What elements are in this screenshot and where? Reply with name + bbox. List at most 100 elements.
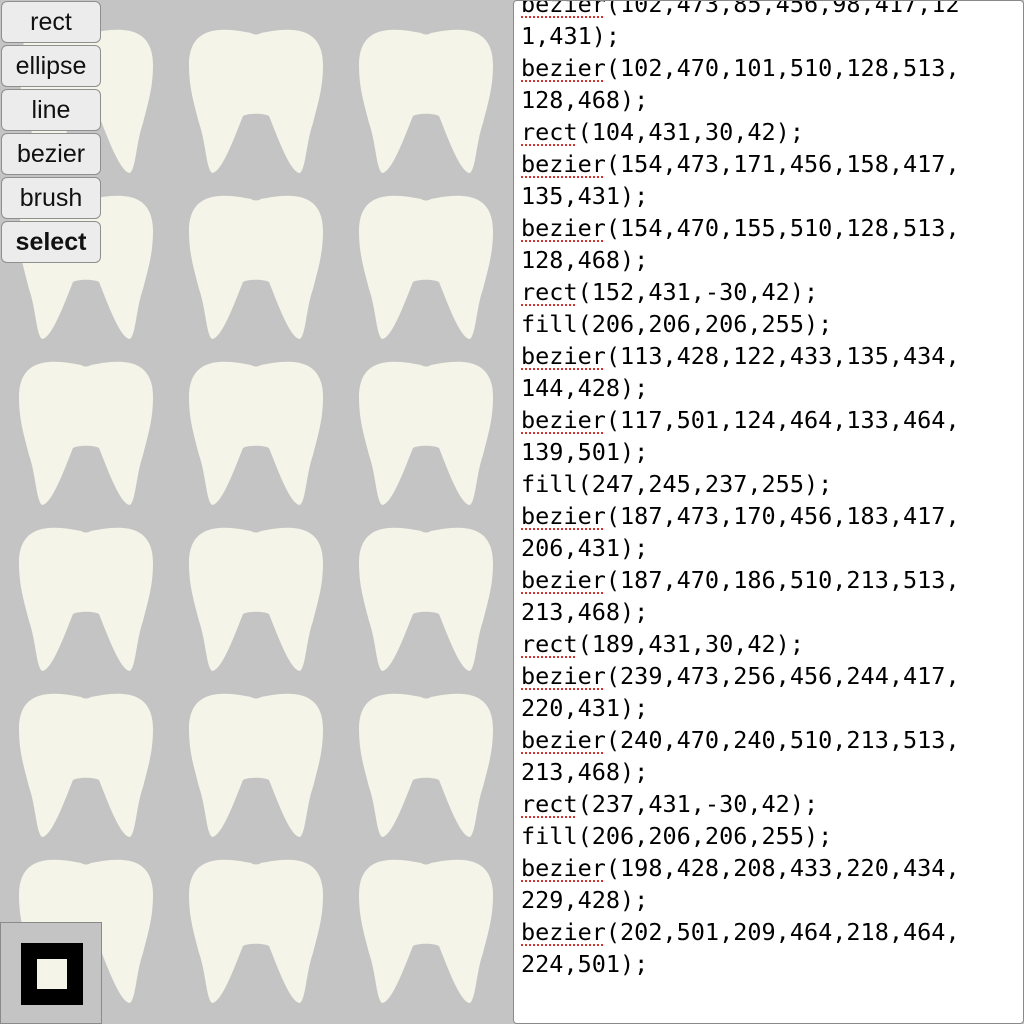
stroke-color-swatch[interactable]	[21, 943, 83, 1005]
code-args: (102,473,85,456,98,417,12	[605, 0, 960, 18]
code-args: (189,431,30,42);	[577, 630, 804, 658]
code-line: 128,468);	[521, 84, 960, 116]
paint-app: rect ellipse line bezier brush select bezier(…	[0, 0, 1024, 1024]
code-args: 135,431);	[521, 182, 649, 210]
code-function-name: bezier	[521, 150, 606, 178]
code-args: 128,468);	[521, 86, 649, 114]
tool-button-ellipse[interactable]: ellipse	[1, 45, 101, 87]
code-line: bezier(239,473,256,456,244,417,	[521, 660, 960, 692]
code-function-name: bezier	[521, 918, 606, 946]
code-function-name: rect	[521, 630, 578, 658]
code-function-name: rect	[521, 118, 578, 146]
code-line: bezier(202,501,209,464,218,464,	[521, 916, 960, 948]
code-editor[interactable]: bezier(102,473,85,456,98,417,12 1,431); be…	[513, 0, 1024, 1024]
code-line: 220,431);	[521, 692, 960, 724]
code-args: (154,473,171,456,158,417,	[605, 150, 960, 178]
tooth-shape[interactable]	[19, 361, 153, 505]
code-args: (240,470,240,510,213,513,	[605, 726, 960, 754]
code-args: (152,431,-30,42);	[577, 278, 819, 306]
code-args: 1,431);	[521, 22, 621, 50]
code-line: rect(104,431,30,42);	[521, 116, 960, 148]
code-args: 220,431);	[521, 694, 649, 722]
code-line: bezier(154,473,171,456,158,417,	[521, 148, 960, 180]
code-line: 206,431);	[521, 532, 960, 564]
tooth-shape[interactable]	[19, 693, 153, 837]
code-function-name: bezier	[521, 406, 606, 434]
code-args: (198,428,208,433,220,434,	[605, 854, 960, 882]
code-function-name: bezier	[521, 854, 606, 882]
tooth-shape[interactable]	[189, 693, 323, 837]
tool-button-select[interactable]: select	[1, 221, 101, 263]
code-line: 213,468);	[521, 756, 960, 788]
code-function-name: rect	[521, 278, 578, 306]
tooth-shape[interactable]	[189, 859, 323, 1003]
code-args: 213,468);	[521, 758, 649, 786]
code-args: (237,431,-30,42);	[577, 790, 819, 818]
code-args: 229,428);	[521, 886, 649, 914]
tooth-shape[interactable]	[189, 361, 323, 505]
tooth-shape[interactable]	[189, 29, 323, 173]
color-swatch[interactable]	[0, 922, 102, 1024]
code-line: 128,468);	[521, 244, 960, 276]
tooth-shape[interactable]	[359, 195, 493, 339]
code-args: 213,468);	[521, 598, 649, 626]
code-line: rect(152,431,-30,42);	[521, 276, 960, 308]
code-function-name: bezier	[521, 566, 606, 594]
code-args: (187,470,186,510,213,513,	[605, 566, 960, 594]
code-function-name: bezier	[521, 662, 606, 690]
code-args: (202,501,209,464,218,464,	[605, 918, 960, 946]
tool-button-brush[interactable]: brush	[1, 177, 101, 219]
tooth-shape[interactable]	[359, 29, 493, 173]
tooth-shape[interactable]	[359, 859, 493, 1003]
code-line: 139,501);	[521, 436, 960, 468]
tooth-shape[interactable]	[359, 693, 493, 837]
code-args: 139,501);	[521, 438, 649, 466]
tool-button-line[interactable]: line	[1, 89, 101, 131]
code-args: 144,428);	[521, 374, 649, 402]
code-line: rect(237,431,-30,42);	[521, 788, 960, 820]
code-line: bezier(240,470,240,510,213,513,	[521, 724, 960, 756]
code-line: fill(206,206,206,255);	[521, 820, 960, 852]
code-args: 128,468);	[521, 246, 649, 274]
code-args: fill(206,206,206,255);	[521, 822, 833, 850]
tooth-shape[interactable]	[359, 361, 493, 505]
tooth-shape[interactable]	[189, 527, 323, 671]
tool-button-rect[interactable]: rect	[1, 1, 101, 43]
code-line: 229,428);	[521, 884, 960, 916]
code-args: (154,470,155,510,128,513,	[605, 214, 960, 242]
code-line: fill(206,206,206,255);	[521, 308, 960, 340]
code-args: (187,473,170,456,183,417,	[605, 502, 960, 530]
code-args: (239,473,256,456,244,417,	[605, 662, 960, 690]
fill-color-swatch[interactable]	[37, 959, 67, 989]
code-args: 206,431);	[521, 534, 649, 562]
code-function-name: rect	[521, 790, 578, 818]
code-line: bezier(187,473,170,456,183,417,	[521, 500, 960, 532]
tooth-shape[interactable]	[359, 527, 493, 671]
code-args: fill(247,245,237,255);	[521, 470, 833, 498]
code-line: bezier(102,473,85,456,98,417,12	[521, 0, 960, 20]
code-args: fill(206,206,206,255);	[521, 310, 833, 338]
tooth-shape[interactable]	[189, 195, 323, 339]
tool-button-bezier[interactable]: bezier	[1, 133, 101, 175]
code-line: bezier(198,428,208,433,220,434,	[521, 852, 960, 884]
code-line: fill(247,245,237,255);	[521, 468, 960, 500]
code-line: 224,501);	[521, 948, 960, 980]
code-line: rect(189,431,30,42);	[521, 628, 960, 660]
code-function-name: bezier	[521, 0, 606, 18]
code-lines: bezier(102,473,85,456,98,417,12 1,431); be…	[521, 0, 960, 980]
code-args: (104,431,30,42);	[577, 118, 804, 146]
code-line: bezier(187,470,186,510,213,513,	[521, 564, 960, 596]
code-function-name: bezier	[521, 214, 606, 242]
code-line: bezier(102,470,101,510,128,513,	[521, 52, 960, 84]
code-line: bezier(113,428,122,433,135,434,	[521, 340, 960, 372]
code-line: 144,428);	[521, 372, 960, 404]
code-function-name: bezier	[521, 342, 606, 370]
code-args: (102,470,101,510,128,513,	[605, 54, 960, 82]
code-line: 213,468);	[521, 596, 960, 628]
tooth-shape[interactable]	[19, 527, 153, 671]
code-line: bezier(117,501,124,464,133,464,	[521, 404, 960, 436]
code-function-name: bezier	[521, 502, 606, 530]
code-args: 224,501);	[521, 950, 649, 978]
code-args: (117,501,124,464,133,464,	[605, 406, 960, 434]
code-line: 135,431);	[521, 180, 960, 212]
